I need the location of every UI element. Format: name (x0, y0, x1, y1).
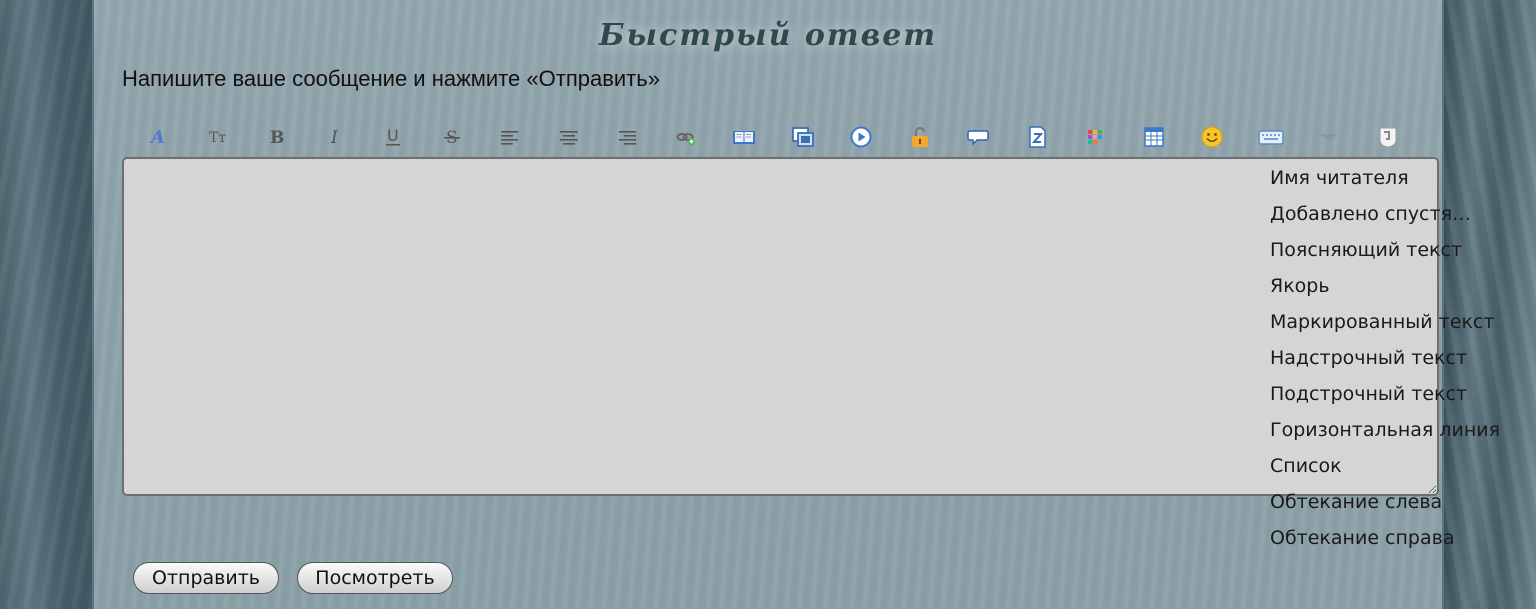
play-icon (850, 126, 872, 148)
code-icon (1029, 126, 1046, 148)
quote-button[interactable] (949, 122, 1008, 152)
italic-icon: I (330, 128, 338, 147)
align-left-icon (501, 131, 519, 145)
spoiler-button[interactable] (891, 122, 950, 152)
menu-item-float-right[interactable]: Обтекание справа (1270, 520, 1500, 556)
align-center-icon (559, 131, 578, 145)
form-instruction: Напишите ваше сообщение и нажмите «Отпра… (122, 66, 660, 91)
bold-icon: B (270, 128, 284, 147)
submit-button[interactable]: Отправить (133, 562, 279, 594)
font-face-icon: A (149, 127, 165, 147)
align-right-button[interactable] (598, 122, 657, 152)
link-icon (676, 133, 695, 145)
font-face-button[interactable]: A (130, 122, 189, 152)
menu-item-list[interactable]: Список (1270, 448, 1500, 484)
color-icon (1088, 130, 1103, 144)
menu-item-subscript[interactable]: Подстрочный текст (1270, 376, 1500, 412)
link-button[interactable] (657, 122, 716, 152)
table-button[interactable] (1125, 122, 1184, 152)
svg-text:A: A (149, 127, 165, 147)
quick-reply-panel: Быстрый ответ Напишите ваше сообщение и … (92, 0, 1500, 609)
more-dropdown-button[interactable] (1300, 122, 1359, 152)
bold-button[interactable]: B (247, 122, 306, 152)
table-icon (1144, 127, 1164, 147)
align-center-button[interactable] (540, 122, 599, 152)
menu-item-float-left[interactable]: Обтекание слева (1270, 484, 1500, 520)
keyboard-icon (1258, 130, 1284, 145)
color-button[interactable] (1066, 122, 1125, 152)
message-textarea[interactable] (122, 157, 1439, 496)
preview-button[interactable]: Посмотреть (297, 562, 453, 594)
smiley-icon (1201, 126, 1223, 148)
image-button[interactable] (715, 122, 774, 152)
font-size-button[interactable]: Tт (189, 122, 248, 152)
strikethrough-button[interactable]: S (423, 122, 482, 152)
menu-item-horizontal-line[interactable]: Горизонтальная линия (1270, 412, 1500, 448)
menu-item-bulleted-text[interactable]: Маркированный текст (1270, 304, 1500, 340)
menu-item-reader-name[interactable]: Имя читателя (1270, 160, 1500, 196)
svg-text:B: B (270, 128, 284, 147)
video-icon (791, 127, 814, 147)
align-left-button[interactable] (481, 122, 540, 152)
quote-icon (967, 130, 989, 146)
skype-button[interactable] (1359, 122, 1418, 152)
menu-item-tooltip-text[interactable]: Поясняющий текст (1270, 232, 1500, 268)
smiley-button[interactable] (1183, 122, 1242, 152)
video-button[interactable] (774, 122, 833, 152)
svg-text:Tт: Tт (209, 130, 226, 146)
svg-text:I: I (330, 128, 338, 147)
image-icon (733, 131, 756, 144)
underline-button[interactable]: U (364, 122, 423, 152)
font-size-icon: Tт (209, 130, 226, 146)
page-title: Быстрый ответ (598, 18, 938, 53)
play-button[interactable] (832, 122, 891, 152)
menu-item-superscript[interactable]: Надстрочный текст (1270, 340, 1500, 376)
underline-icon: U (386, 126, 401, 146)
menu-item-added-later[interactable]: Добавлено спустя… (1270, 196, 1500, 232)
menu-item-anchor[interactable]: Якорь (1270, 268, 1500, 304)
align-right-icon (619, 131, 637, 145)
more-dropdown-icon (1320, 134, 1339, 141)
editor-toolbar: A Tт B I U S (130, 122, 1417, 152)
more-dropdown-menu: Имя читателя Добавлено спустя… Поясняющий … (1270, 160, 1500, 556)
skype-icon (1379, 127, 1397, 148)
keyboard-button[interactable] (1242, 122, 1301, 152)
svg-text:U: U (387, 126, 399, 145)
code-button[interactable] (1008, 122, 1067, 152)
spoiler-icon (911, 127, 928, 147)
strikethrough-icon: S (443, 128, 460, 147)
italic-button[interactable]: I (306, 122, 365, 152)
